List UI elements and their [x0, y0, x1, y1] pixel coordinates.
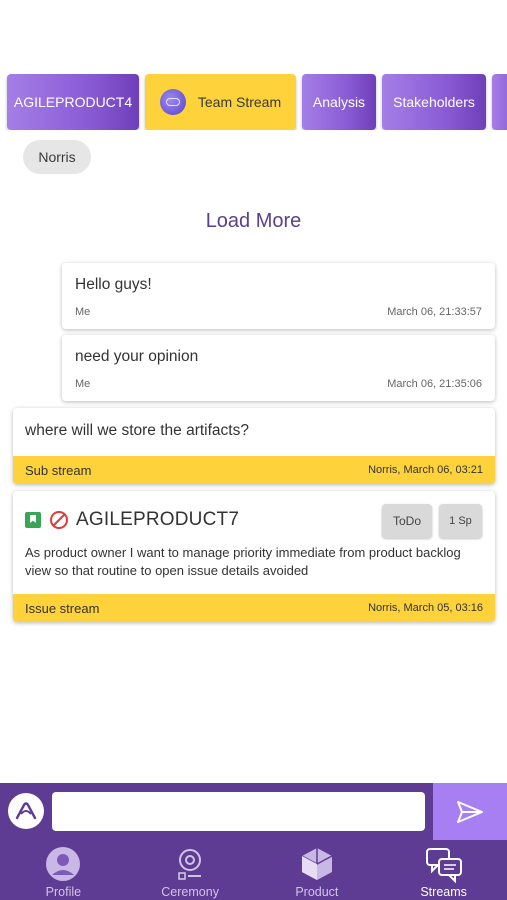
card-footer: Issue stream Norris, March 05, 03:16 [13, 594, 495, 622]
message-input[interactable] [52, 792, 425, 831]
message-author: Me [75, 378, 91, 390]
profile-icon [43, 845, 83, 883]
ceremony-icon [170, 845, 210, 883]
issue-stream-card[interactable]: AGILEPRODUCT7 ToDo 1 Sp As product owner… [13, 491, 495, 622]
streams-chat-icon [424, 845, 464, 883]
message-composer [0, 783, 507, 840]
story-bookmark-icon [25, 512, 41, 528]
tab-label: AGILEPRODUCT4 [13, 94, 133, 110]
nav-streams[interactable]: Streams [380, 840, 507, 900]
issue-key: AGILEPRODUCT7 [76, 509, 240, 530]
issue-header: AGILEPRODUCT7 [25, 509, 239, 531]
tab-team-stream[interactable]: Team Stream [145, 74, 296, 130]
message-text: need your opinion [75, 348, 199, 365]
nav-ceremony[interactable]: Ceremony [127, 840, 254, 900]
tab-agileproduct4[interactable]: AGILEPRODUCT4 [7, 74, 139, 130]
nav-label: Profile [45, 885, 82, 899]
message-bubble[interactable]: need your opinion Me March 06, 21:35:06 [62, 335, 495, 401]
message-bubble[interactable]: Hello guys! Me March 06, 21:33:57 [62, 263, 495, 329]
tab-label: Team Stream [197, 94, 282, 110]
blocked-icon [50, 511, 68, 529]
nav-label: Streams [420, 885, 467, 899]
product-box-icon [297, 845, 337, 883]
load-more-button[interactable]: Load More [0, 210, 507, 233]
member-chip-label: Norris [38, 149, 76, 165]
issue-status-badge[interactable]: ToDo [382, 504, 432, 538]
status-label: ToDo [392, 514, 421, 528]
story-points-badge[interactable]: 1 Sp [439, 504, 482, 538]
send-icon [457, 800, 483, 823]
stream-meta: Norris, March 05, 03:16 [368, 602, 483, 614]
app-logo-icon[interactable] [8, 793, 44, 829]
stream-meta: Norris, March 06, 03:21 [368, 464, 483, 476]
issue-description: As product owner I want to manage priori… [25, 545, 461, 578]
bottom-navigation: Profile Ceremony Product Streams [0, 840, 507, 900]
sub-stream-card[interactable]: where will we store the artifacts? Sub s… [13, 408, 495, 484]
tab-label: Analysis [312, 94, 366, 110]
card-footer: Sub stream Norris, March 06, 03:21 [13, 456, 495, 484]
message-text: Hello guys! [75, 276, 152, 293]
team-avatar-icon [159, 89, 186, 115]
message-author: Me [75, 306, 91, 318]
load-more-label: Load More [205, 210, 302, 232]
nav-profile[interactable]: Profile [0, 840, 127, 900]
nav-label: Product [295, 885, 339, 899]
stream-type-label: Issue stream [25, 600, 100, 616]
message-timestamp: March 06, 21:33:57 [387, 306, 482, 318]
send-button[interactable] [433, 783, 507, 840]
tab-analysis[interactable]: Analysis [302, 74, 376, 130]
story-points-label: 1 Sp [449, 515, 472, 527]
tab-label: Stakeholders [393, 94, 475, 110]
nav-product[interactable]: Product [254, 840, 381, 900]
stream-tabs: AGILEPRODUCT4 Team Stream Analysis Stake… [0, 74, 507, 130]
stream-type-label: Sub stream [25, 462, 92, 478]
member-filter-chip[interactable]: Norris [23, 140, 91, 174]
tab-overflow-partial[interactable] [492, 74, 507, 130]
nav-label: Ceremony [161, 885, 219, 899]
message-timestamp: March 06, 21:35:06 [387, 378, 482, 390]
tab-stakeholders[interactable]: Stakeholders [382, 74, 486, 130]
sub-stream-text: where will we store the artifacts? [25, 422, 249, 439]
